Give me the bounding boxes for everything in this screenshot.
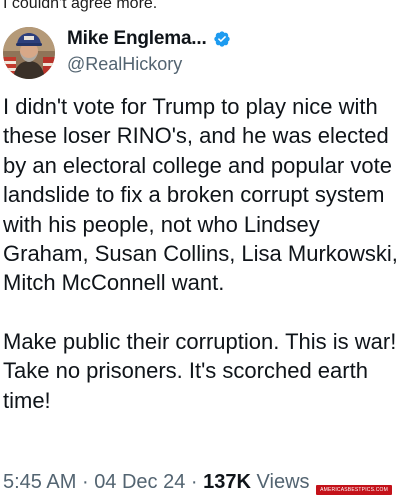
meta-separator: ·: [81, 471, 89, 493]
views-count: 137K: [203, 471, 251, 493]
views-label: Views: [256, 471, 310, 493]
post-caption: I couldn't agree more.: [3, 0, 158, 12]
tweet-meta: 5:45 AM · 04 Dec 24 · 137K Views: [3, 470, 310, 494]
author-handle[interactable]: @RealHickory: [67, 53, 231, 75]
tweet-paragraph: I didn't vote for Trump to play nice wit…: [3, 94, 398, 296]
tweet-card[interactable]: Mike Englema... @RealHickory I didn't vo…: [0, 20, 402, 500]
tweet-paragraph: Make public their corruption. This is wa…: [3, 328, 397, 413]
tweet-timestamp[interactable]: 5:45 AM: [3, 471, 76, 493]
author-display-name[interactable]: Mike Englema...: [67, 28, 207, 50]
author-avatar[interactable]: [3, 27, 55, 79]
meta-separator: ·: [190, 471, 198, 493]
avatar-image: [3, 27, 55, 79]
site-watermark: AMERICASBESTPICS.COM: [316, 485, 392, 495]
verified-badge-icon: [213, 31, 230, 47]
tweet-date[interactable]: 04 Dec 24: [94, 471, 185, 493]
tweet-body: I didn't vote for Trump to play nice wit…: [3, 92, 402, 415]
